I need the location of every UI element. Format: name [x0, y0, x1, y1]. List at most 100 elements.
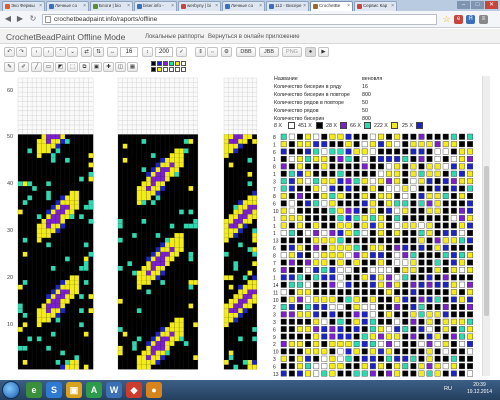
tab-close-icon[interactable]: × [303, 2, 306, 10]
app-icon[interactable]: ● [146, 382, 162, 398]
palette-swatch[interactable] [151, 61, 156, 66]
app-icon[interactable]: ▣ [66, 382, 82, 398]
record-icon[interactable]: ● [305, 47, 316, 57]
panel-right-empty-cell [233, 82, 239, 88]
palette-swatch[interactable] [157, 67, 162, 72]
mirror-icon[interactable]: ⇅ [93, 47, 104, 57]
count-swatch [364, 122, 371, 129]
bead-sequence-cell [361, 133, 368, 140]
tab-close-icon[interactable]: × [171, 2, 174, 10]
minimize-button[interactable]: – [457, 1, 470, 9]
palette-swatch[interactable] [151, 67, 156, 72]
maximize-button[interactable]: □ [471, 1, 484, 9]
palette-swatch[interactable] [181, 61, 186, 66]
menu-icon[interactable]: ≡ [479, 15, 488, 24]
language-indicator[interactable]: RU [444, 386, 452, 392]
browser-tab[interactable]: Сервис Кар × [354, 1, 397, 11]
back-icon[interactable]: ◀ [3, 14, 13, 23]
tab-close-icon[interactable]: × [127, 2, 130, 10]
move-up-icon[interactable]: ⌃ [55, 47, 66, 57]
tab-close-icon[interactable]: × [259, 2, 262, 10]
palette-swatch[interactable] [169, 67, 174, 72]
palette-swatch[interactable] [175, 61, 180, 66]
browser-tab[interactable]: Блоги | bio × [90, 1, 133, 11]
palette-swatch[interactable] [169, 61, 174, 66]
browser-tab[interactable]: Личные со × [46, 1, 89, 11]
app-icon[interactable]: A [86, 382, 102, 398]
palette-swatch[interactable] [163, 61, 168, 66]
back-online-link[interactable]: Вернуться в онлайн приложение [208, 34, 300, 40]
bead-sequence-cell [418, 363, 425, 370]
panel-middle-bead [155, 331, 161, 337]
palette-swatch[interactable] [163, 67, 168, 72]
panel-left-empty-cell [60, 96, 66, 102]
copy-icon[interactable]: ⧉ [79, 62, 90, 72]
bead-sequence-cell [402, 244, 409, 251]
panel-middle-empty-cell [117, 96, 123, 102]
palette-swatch[interactable] [175, 67, 180, 72]
gear-icon[interactable]: ⚙ [221, 47, 232, 57]
save-dbb-button[interactable]: DBB [236, 47, 256, 57]
browser-tab[interactable]: Личные со × [222, 1, 265, 11]
extension-icon[interactable]: Я [466, 15, 475, 24]
tab-close-icon[interactable]: × [215, 2, 218, 10]
panel-middle-empty-cell [164, 101, 170, 107]
scrollbar[interactable] [482, 76, 490, 376]
line-icon[interactable]: ╱ [31, 62, 42, 72]
clock[interactable]: 20:39 19.12.2014 [467, 382, 492, 396]
eraser-icon[interactable]: ◫ [115, 62, 126, 72]
tab-close-icon[interactable]: × [391, 2, 394, 10]
app-icon[interactable]: W [106, 382, 122, 398]
scroll-thumb[interactable] [484, 166, 489, 316]
palette-swatch[interactable] [181, 67, 186, 72]
clear-icon[interactable]: ▦ [127, 62, 138, 72]
move-left-icon[interactable]: ‹ [31, 47, 42, 57]
save-jbb-button[interactable]: JBB [259, 47, 279, 57]
play-icon[interactable]: ▶ [318, 47, 329, 57]
pencil-icon[interactable]: ✎ [4, 62, 15, 72]
app-icon[interactable]: S [46, 382, 62, 398]
count-swatch [288, 122, 295, 129]
bead-pattern-grids[interactable] [0, 76, 272, 370]
browser-tab[interactable]: CrochetBe × [310, 1, 353, 11]
forward-icon[interactable]: ▶ [15, 14, 25, 23]
rect-icon[interactable]: ▭ [43, 62, 54, 72]
fill-icon[interactable]: ◩ [55, 62, 66, 72]
browser-tab[interactable]: werbyny | bi × [178, 1, 221, 11]
app-icon[interactable]: ◆ [126, 382, 142, 398]
brush-icon[interactable]: ✐ [18, 62, 29, 72]
paste-icon[interactable]: ▣ [91, 62, 102, 72]
tab-close-icon[interactable]: × [83, 2, 86, 10]
pattern-canvas[interactable]: 60 50 40 30 20 10 [0, 76, 272, 370]
height-input[interactable]: 200 [155, 47, 173, 57]
flip-icon[interactable]: ⇄ [81, 47, 92, 57]
browser-tab[interactable]: biser.info - × [134, 1, 177, 11]
stretch-icon[interactable]: ⇕ [195, 47, 206, 57]
local-raports-link[interactable]: Локальные раппорты [145, 34, 204, 40]
panel-left-bead [60, 350, 65, 356]
url-input[interactable]: crochetbeadpaint.info/raports/offline [42, 14, 437, 25]
close-window-button[interactable]: ✕ [485, 1, 498, 9]
width-input[interactable]: 16 [120, 47, 138, 57]
bead-sequence-cell [377, 207, 384, 214]
browser-tab[interactable]: 112 - Bисере × [266, 1, 309, 11]
panel-middle-bead [136, 336, 142, 342]
redo-icon[interactable]: ↷ [16, 47, 27, 57]
move-right-icon[interactable]: › [43, 47, 54, 57]
reload-icon[interactable]: ↻ [28, 14, 38, 23]
apply-icon[interactable]: ✓ [176, 47, 187, 57]
bookmark-star-icon[interactable]: ☆ [442, 15, 451, 24]
eyedropper-icon[interactable]: ✚ [103, 62, 114, 72]
app-icon[interactable]: e [26, 382, 42, 398]
tab-close-icon[interactable]: × [39, 2, 42, 10]
palette-swatch[interactable] [157, 61, 162, 66]
tab-close-icon[interactable]: × [347, 2, 350, 10]
undo-icon[interactable]: ↶ [4, 47, 15, 57]
save-png-button[interactable]: PNG [282, 47, 302, 57]
select-icon[interactable]: ⬚ [67, 62, 78, 72]
move-down-icon[interactable]: ⌄ [67, 47, 78, 57]
start-button[interactable] [2, 381, 20, 399]
shrink-icon[interactable]: ⇔ [207, 47, 218, 57]
browser-tab[interactable]: Эко Фермы × [2, 1, 45, 11]
extension-icon[interactable]: e [454, 15, 463, 24]
